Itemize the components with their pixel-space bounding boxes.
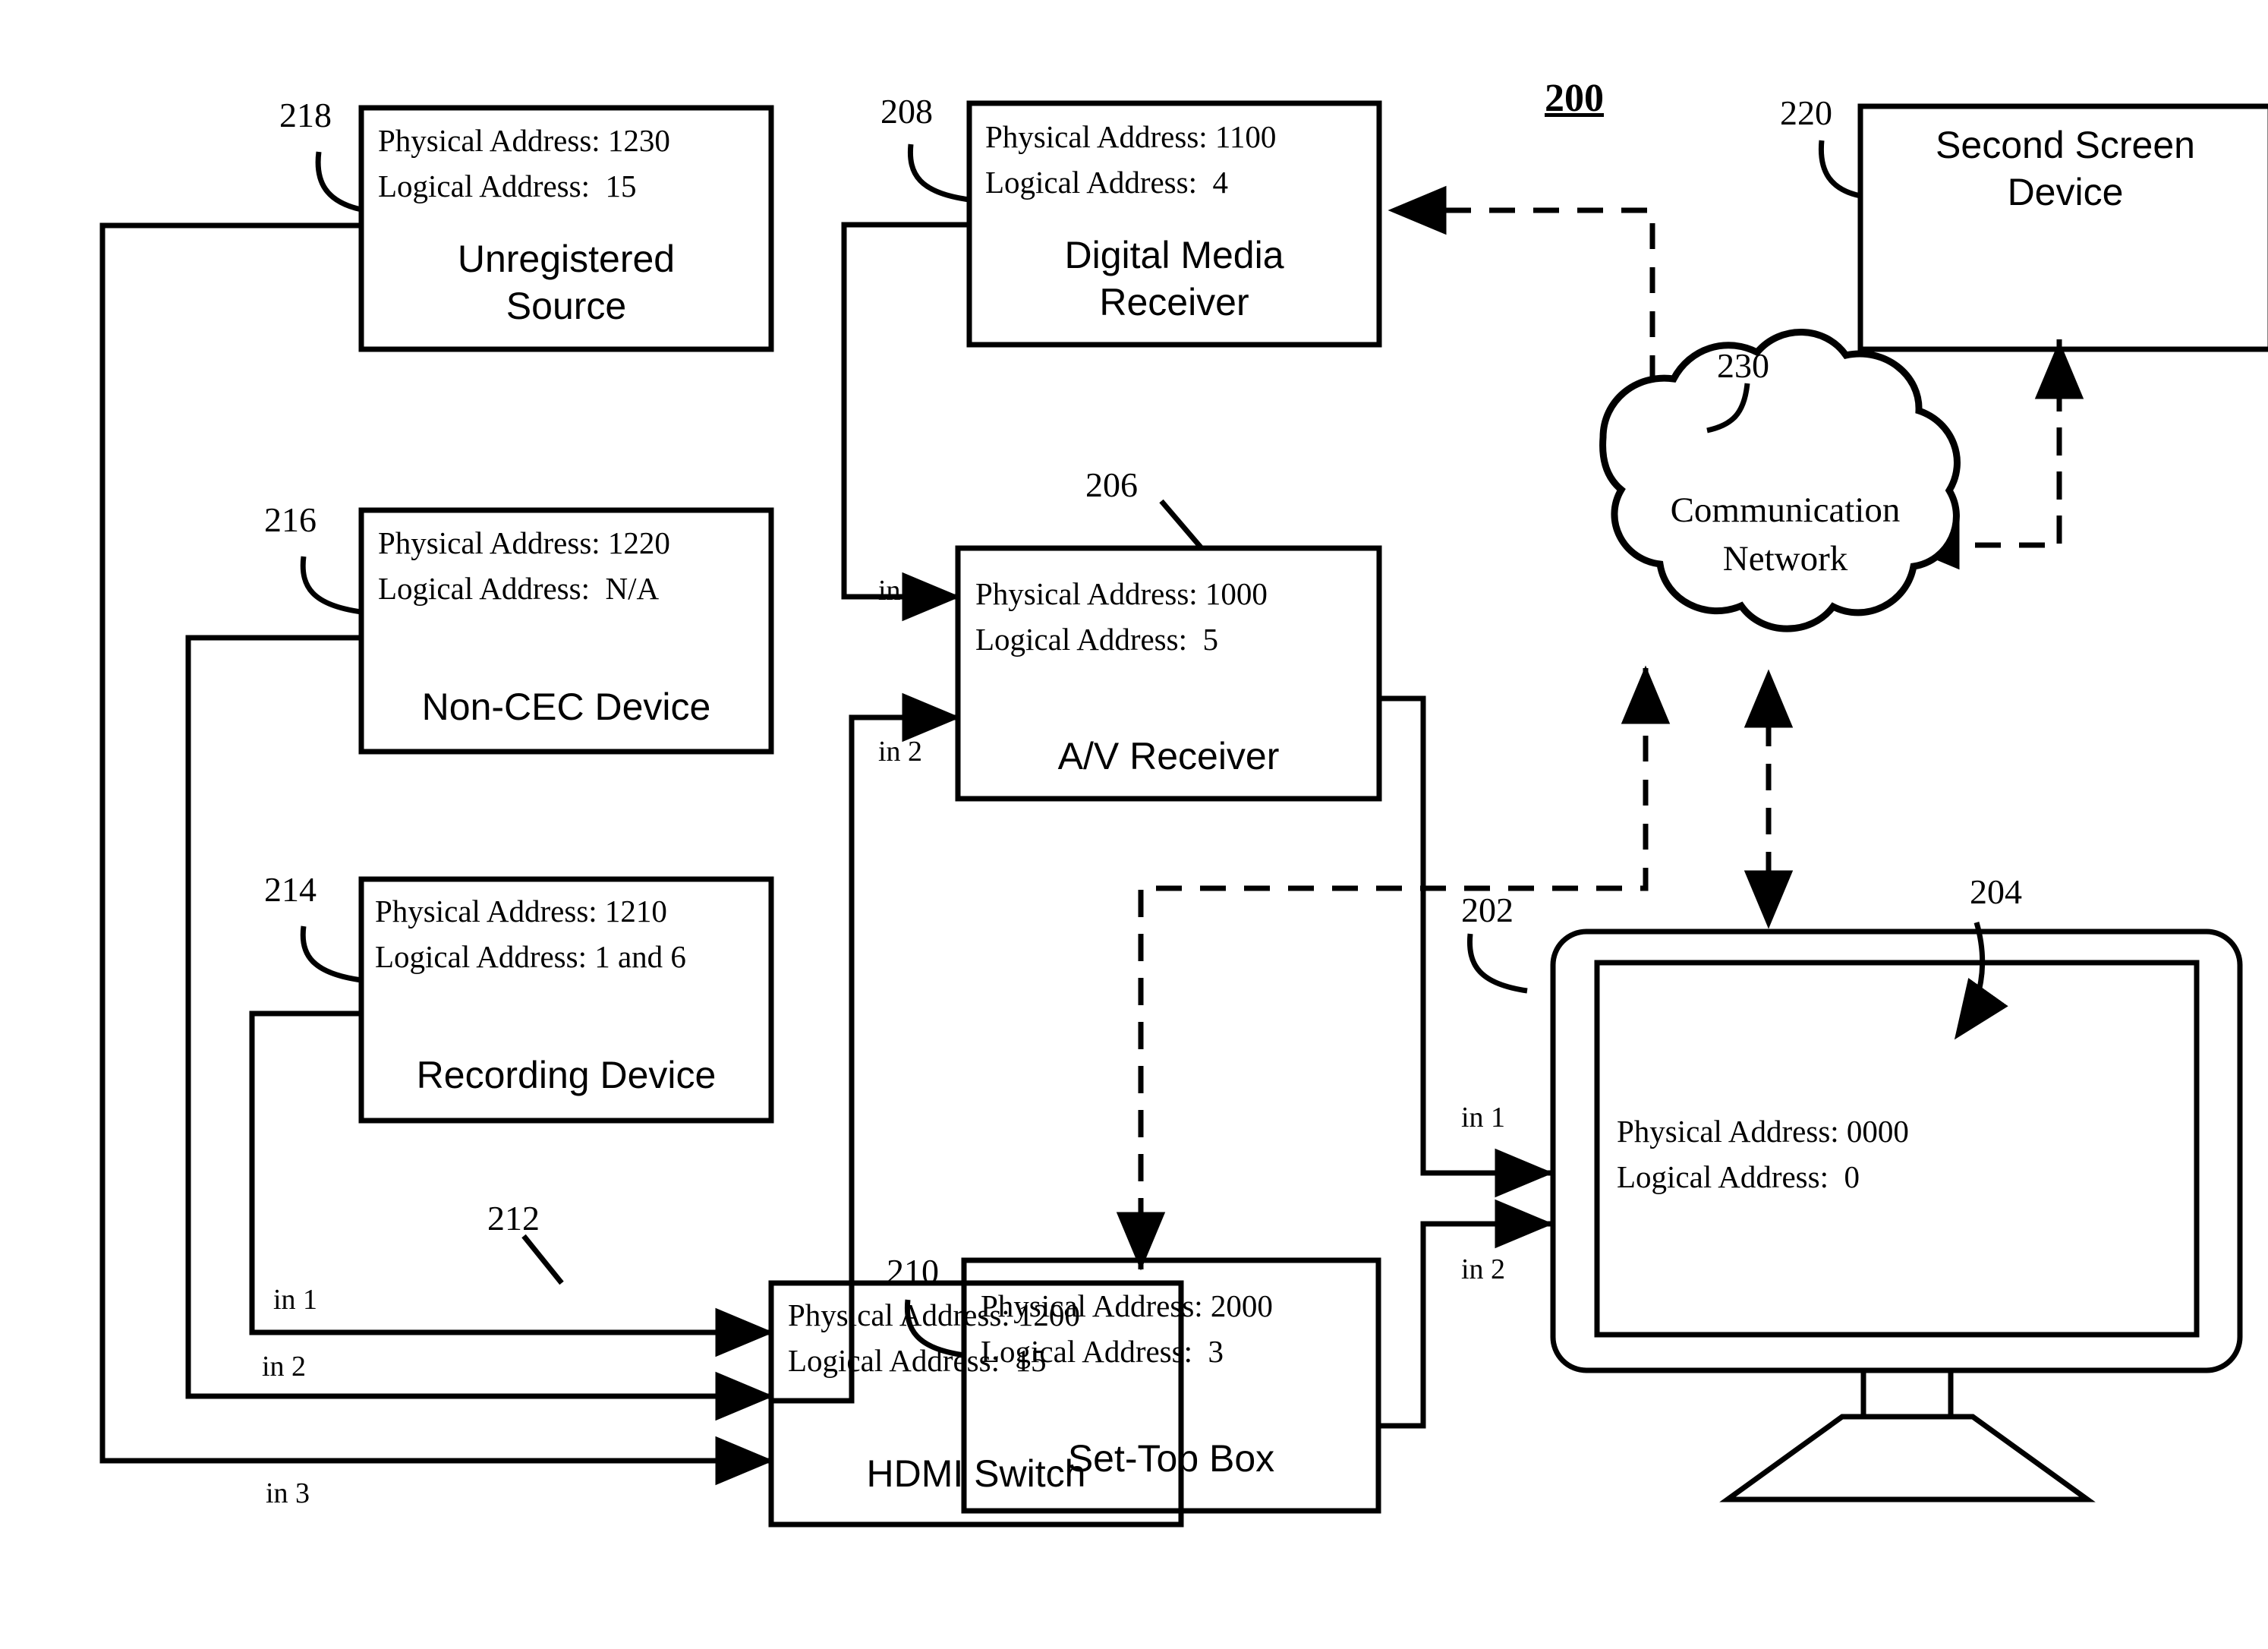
ref-number-220: 220 <box>1780 93 1832 132</box>
av-receiver-port-in-1: in 1 <box>878 575 923 607</box>
recording-device-logical-address: Logical Address: 1 and 6 <box>375 939 686 974</box>
ref-number-212: 212 <box>487 1199 540 1238</box>
leader-218 <box>315 151 362 213</box>
television-logical-address: Logical Address: 0 <box>1617 1159 1860 1194</box>
non-cec-device-physical-address: Physical Address: 1220 <box>378 525 670 560</box>
leader-204 <box>1954 922 2008 1040</box>
av-receiver-name: A/V Receiver <box>1057 735 1280 777</box>
leader-212 <box>521 1234 564 1285</box>
television-port-in-2: in 2 <box>1461 1253 1506 1285</box>
av-receiver-port-in-2: in 2 <box>878 736 923 768</box>
hdmi-switch-port-in-3: in 3 <box>266 1477 310 1509</box>
leader-220 <box>1818 140 1861 199</box>
av-receiver-physical-address: Physical Address: 1000 <box>975 576 1268 611</box>
television-physical-address: Physical Address: 0000 <box>1617 1114 1909 1149</box>
ref-number-206: 206 <box>1085 465 1138 504</box>
unregistered-source-logical-address: Logical Address: 15 <box>378 169 637 203</box>
unregistered-source-name: Unregistered Source <box>457 238 676 327</box>
recording-device-name: Recording Device <box>416 1054 717 1096</box>
non-cec-device-name: Non-CEC Device <box>421 686 711 728</box>
hdmi-switch-port-in-2: in 2 <box>262 1351 307 1383</box>
television-port-in-1: in 1 <box>1461 1102 1506 1133</box>
leader-206 <box>1159 499 1204 550</box>
non-cec-device-logical-address: Logical Address: N/A <box>378 571 660 606</box>
ref-number-214: 214 <box>264 870 317 909</box>
set-top-box-name: Set-Top Box <box>1067 1437 1275 1480</box>
ref-number-204: 204 <box>1970 872 2022 911</box>
ref-number-202: 202 <box>1461 891 1514 929</box>
leader-214 <box>300 925 362 983</box>
leader-208 <box>907 143 970 203</box>
leader-202 <box>1466 933 1528 994</box>
ref-number-230: 230 <box>1717 346 1769 385</box>
communication-network-label: Communication Network <box>1670 490 1901 579</box>
ref-number-208: 208 <box>880 92 933 131</box>
unregistered-source-physical-address: Physical Address: 1230 <box>378 123 670 158</box>
digital-media-receiver-name: Digital Media Receiver <box>1064 234 1284 323</box>
ref-number-210: 210 <box>887 1252 939 1291</box>
leader-216 <box>300 556 362 615</box>
leader-230 <box>1706 383 1750 434</box>
recording-device-physical-address: Physical Address: 1210 <box>375 894 667 929</box>
hdmi-switch-port-in-1: in 1 <box>273 1284 318 1316</box>
av-receiver-logical-address: Logical Address: 5 <box>975 622 1218 657</box>
set-top-box-logical-address: Logical Address: 3 <box>981 1334 1224 1369</box>
digital-media-receiver-physical-address: Physical Address: 1100 <box>985 119 1277 154</box>
second-screen-device-name: Second Screen Device <box>1936 124 2195 213</box>
digital-media-receiver-logical-address: Logical Address: 4 <box>985 165 1228 200</box>
figure-canvas: 200 218 Physical Address: 1230 Logical A… <box>0 0 2268 1649</box>
set-top-box-physical-address: Physical Address: 2000 <box>981 1288 1273 1323</box>
ref-number-216: 216 <box>264 500 317 539</box>
